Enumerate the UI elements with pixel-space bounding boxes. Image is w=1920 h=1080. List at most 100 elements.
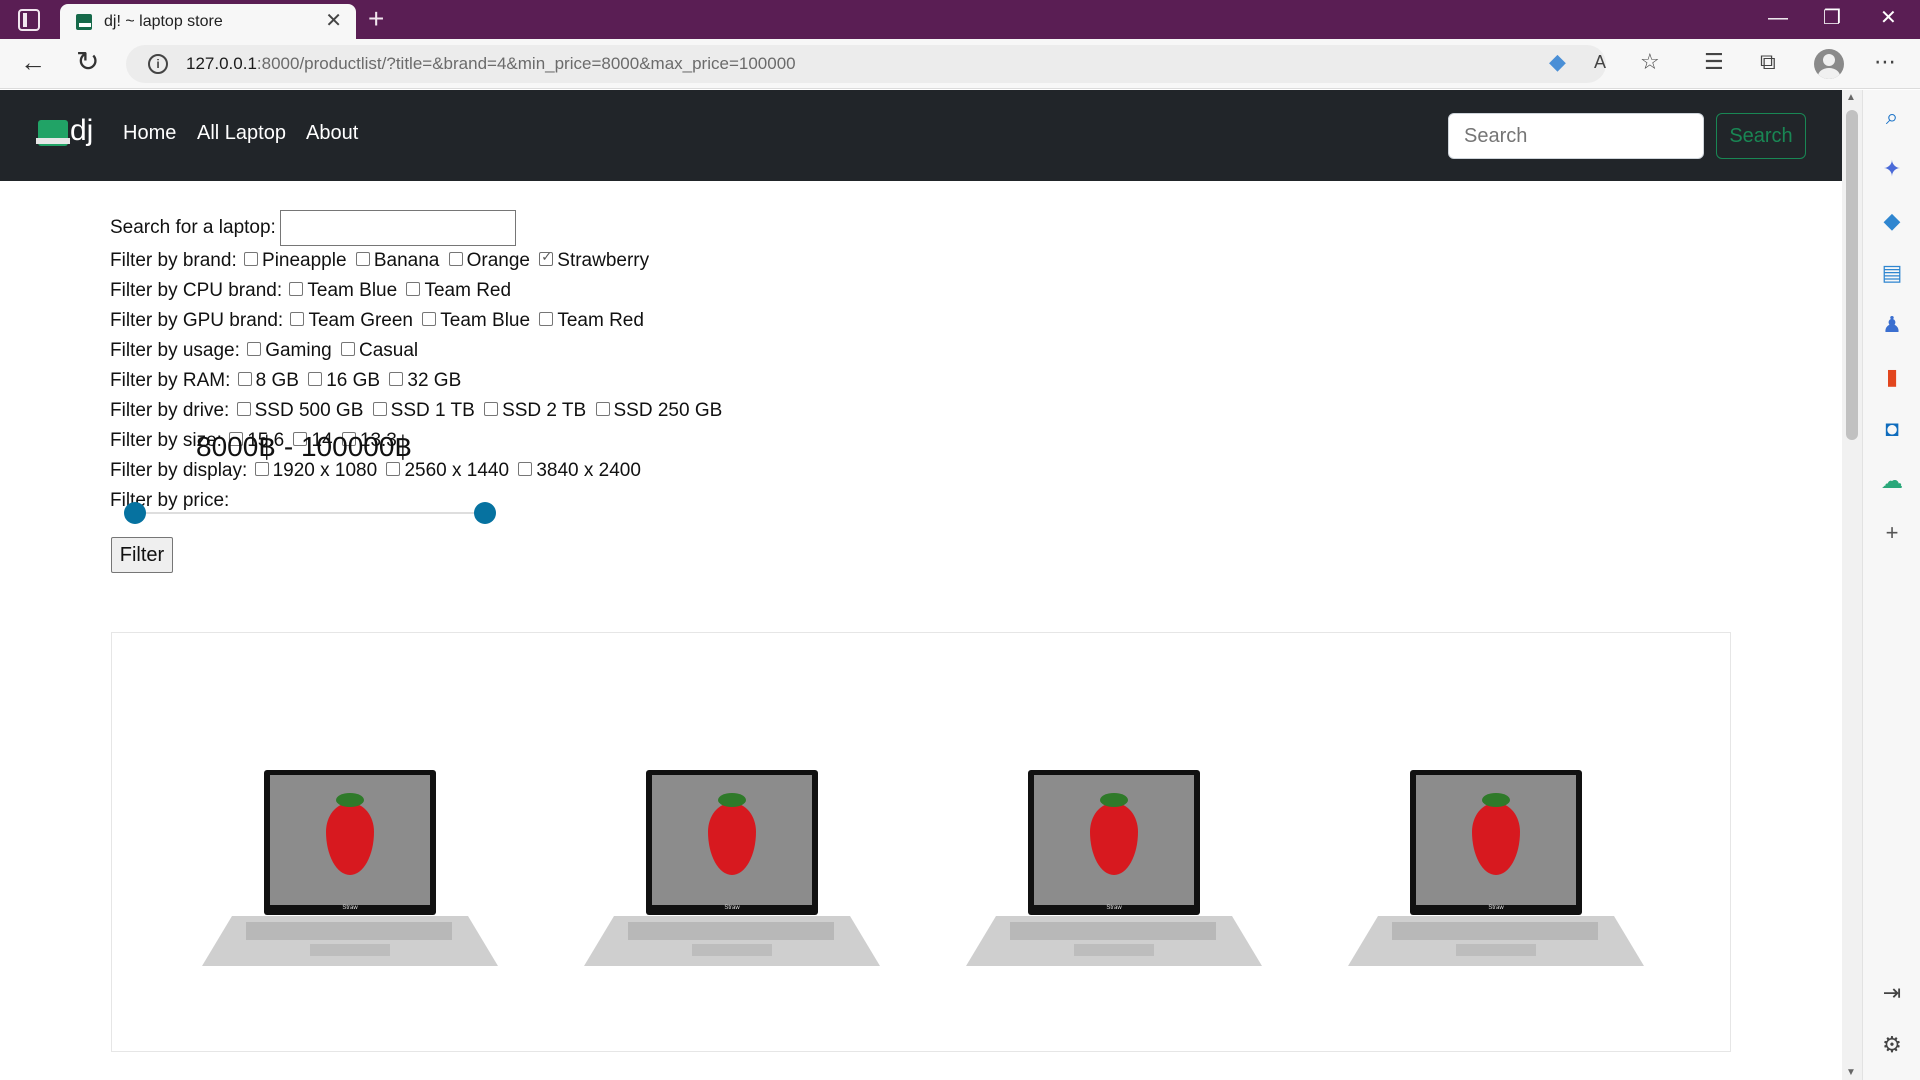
price-slider-track[interactable] (134, 512, 486, 514)
close-window-icon[interactable]: ✕ (1880, 6, 1897, 30)
shopping-icon[interactable]: ◆ (1879, 208, 1905, 234)
page-scrollbar[interactable]: ▲ ▼ (1842, 90, 1862, 1080)
option-label: Pineapple (262, 250, 347, 271)
checkbox-display-1440[interactable] (386, 462, 401, 476)
price-slider-max-handle[interactable] (474, 502, 496, 524)
option-label: Banana (373, 250, 440, 271)
option-label: Casual (359, 340, 419, 361)
product-card[interactable]: Straw (1348, 770, 1644, 980)
brand-name[interactable]: dj (70, 114, 93, 148)
favorites-icon[interactable]: ☰ (1704, 49, 1724, 75)
checkbox-gaming[interactable] (247, 342, 262, 356)
settings-icon[interactable]: ⚙ (1879, 1032, 1905, 1058)
checkbox-banana[interactable] (355, 252, 370, 266)
checkbox-casual[interactable] (341, 342, 355, 356)
option-label: 8 GB (255, 370, 299, 391)
option-label: 2560 x 1440 (404, 460, 510, 481)
checkbox-ram-16[interactable] (308, 372, 323, 386)
scroll-down-icon[interactable]: ▼ (1846, 1067, 1856, 1078)
product-card[interactable]: Straw (202, 770, 498, 980)
copilot-icon[interactable]: ✦ (1879, 156, 1905, 182)
option-label: SSD 500 GB (254, 400, 364, 421)
office-icon[interactable]: ▮ (1879, 364, 1905, 390)
checkbox-cpu-team-blue[interactable] (289, 282, 304, 296)
tools-icon[interactable]: ▤ (1879, 260, 1905, 286)
checkbox-ssd-1tb[interactable] (372, 402, 387, 416)
laptop-brand-label: Straw (1106, 905, 1122, 911)
product-card[interactable]: Straw (584, 770, 880, 980)
laptop-search-input[interactable] (279, 210, 516, 246)
option-label: Team Red (557, 310, 644, 331)
laptop-image: Straw (264, 770, 436, 915)
option-label: Team Green (308, 310, 413, 331)
search-icon[interactable]: ⌕ (1879, 104, 1905, 130)
ram-filter-label: Filter by RAM: (110, 370, 231, 391)
site-search-input[interactable] (1448, 113, 1704, 159)
option-label: Team Blue (307, 280, 398, 301)
usage-row: Filter by usage: Gaming Casual (110, 338, 420, 364)
add-icon[interactable]: + (1879, 520, 1905, 546)
drop-icon[interactable]: ☁ (1879, 468, 1905, 494)
product-card[interactable]: Straw (966, 770, 1262, 980)
site-search-button[interactable]: Search (1716, 113, 1806, 159)
games-icon[interactable]: ♟ (1879, 312, 1905, 338)
checkbox-ram-32[interactable] (389, 372, 404, 386)
restore-icon[interactable]: ❐ (1823, 6, 1841, 30)
brand-row: Filter by brand: Pineapple Banana Orange… (110, 248, 651, 274)
tab-actions-icon[interactable] (18, 9, 40, 31)
url-field[interactable]: i 127.0.0.1:8000/productlist/?title=&bra… (126, 45, 1606, 83)
checkbox-display-2400[interactable] (518, 462, 533, 476)
scroll-thumb[interactable] (1846, 110, 1858, 440)
checkbox-gpu-team-blue[interactable] (422, 312, 437, 326)
filter-button[interactable]: Filter (111, 537, 173, 573)
nav-all-laptop[interactable]: All Laptop (197, 122, 286, 145)
nav-home[interactable]: Home (123, 122, 176, 145)
coupon-icon[interactable]: ◆ (1549, 49, 1566, 75)
reload-icon[interactable]: ↻ (76, 48, 99, 76)
checkbox-ram-8[interactable] (237, 372, 252, 386)
outlook-icon[interactable]: ◘ (1879, 416, 1905, 442)
new-tab-icon[interactable]: + (368, 4, 384, 34)
laptop-brand-label: Straw (1488, 905, 1504, 911)
browser-tab[interactable]: dj! ~ laptop store ✕ (60, 4, 356, 39)
scroll-up-icon[interactable]: ▲ (1846, 92, 1856, 103)
option-label: Team Blue (440, 310, 531, 331)
price-slider-min-handle[interactable] (124, 502, 146, 524)
close-tab-icon[interactable]: ✕ (325, 11, 342, 31)
profile-avatar[interactable] (1814, 49, 1844, 79)
option-label: Gaming (265, 340, 332, 361)
cpu-row: Filter by CPU brand: Team Blue Team Red (110, 278, 513, 304)
drive-row: Filter by drive: SSD 500 GB SSD 1 TB SSD… (110, 398, 724, 424)
gpu-row: Filter by GPU brand: Team Green Team Blu… (110, 308, 646, 334)
checkbox-cpu-team-red[interactable] (406, 282, 421, 296)
checkbox-ssd-250[interactable] (595, 402, 610, 416)
minimize-icon[interactable]: — (1768, 6, 1788, 30)
checkbox-ssd-500[interactable] (236, 402, 251, 416)
price-range-text: 8000฿ - 100000฿ (196, 431, 413, 462)
checkbox-pineapple[interactable] (244, 252, 259, 266)
favicon-icon (76, 14, 92, 30)
address-bar: ← ↻ i 127.0.0.1:8000/productlist/?title=… (0, 39, 1920, 89)
back-icon[interactable]: ← (20, 49, 46, 75)
checkbox-gpu-team-red[interactable] (539, 312, 554, 326)
checkbox-gpu-team-green[interactable] (290, 312, 305, 326)
option-label: Team Red (424, 280, 512, 301)
brand-logo-icon[interactable] (36, 120, 70, 146)
split-screen-icon[interactable]: ⇥ (1879, 980, 1905, 1006)
option-label: 3840 x 2400 (536, 460, 641, 481)
checkbox-orange[interactable] (448, 252, 463, 266)
checkbox-display-1080[interactable] (254, 462, 269, 476)
checkbox-strawberry[interactable] (539, 248, 554, 266)
collections-icon[interactable]: ⧉ (1760, 49, 1776, 75)
site-info-icon[interactable]: i (148, 54, 168, 74)
option-label: Strawberry (557, 250, 650, 271)
option-label: 16 GB (326, 370, 381, 391)
checkbox-ssd-2tb[interactable] (484, 402, 499, 416)
read-aloud-icon[interactable]: A (1594, 49, 1606, 75)
laptop-image: Straw (1028, 770, 1200, 915)
add-favorite-icon[interactable]: ☆ (1640, 49, 1660, 75)
option-label: SSD 2 TB (502, 400, 587, 421)
nav-about[interactable]: About (306, 122, 358, 145)
more-menu-icon[interactable]: ⋯ (1874, 49, 1896, 75)
option-label: 32 GB (407, 370, 462, 391)
